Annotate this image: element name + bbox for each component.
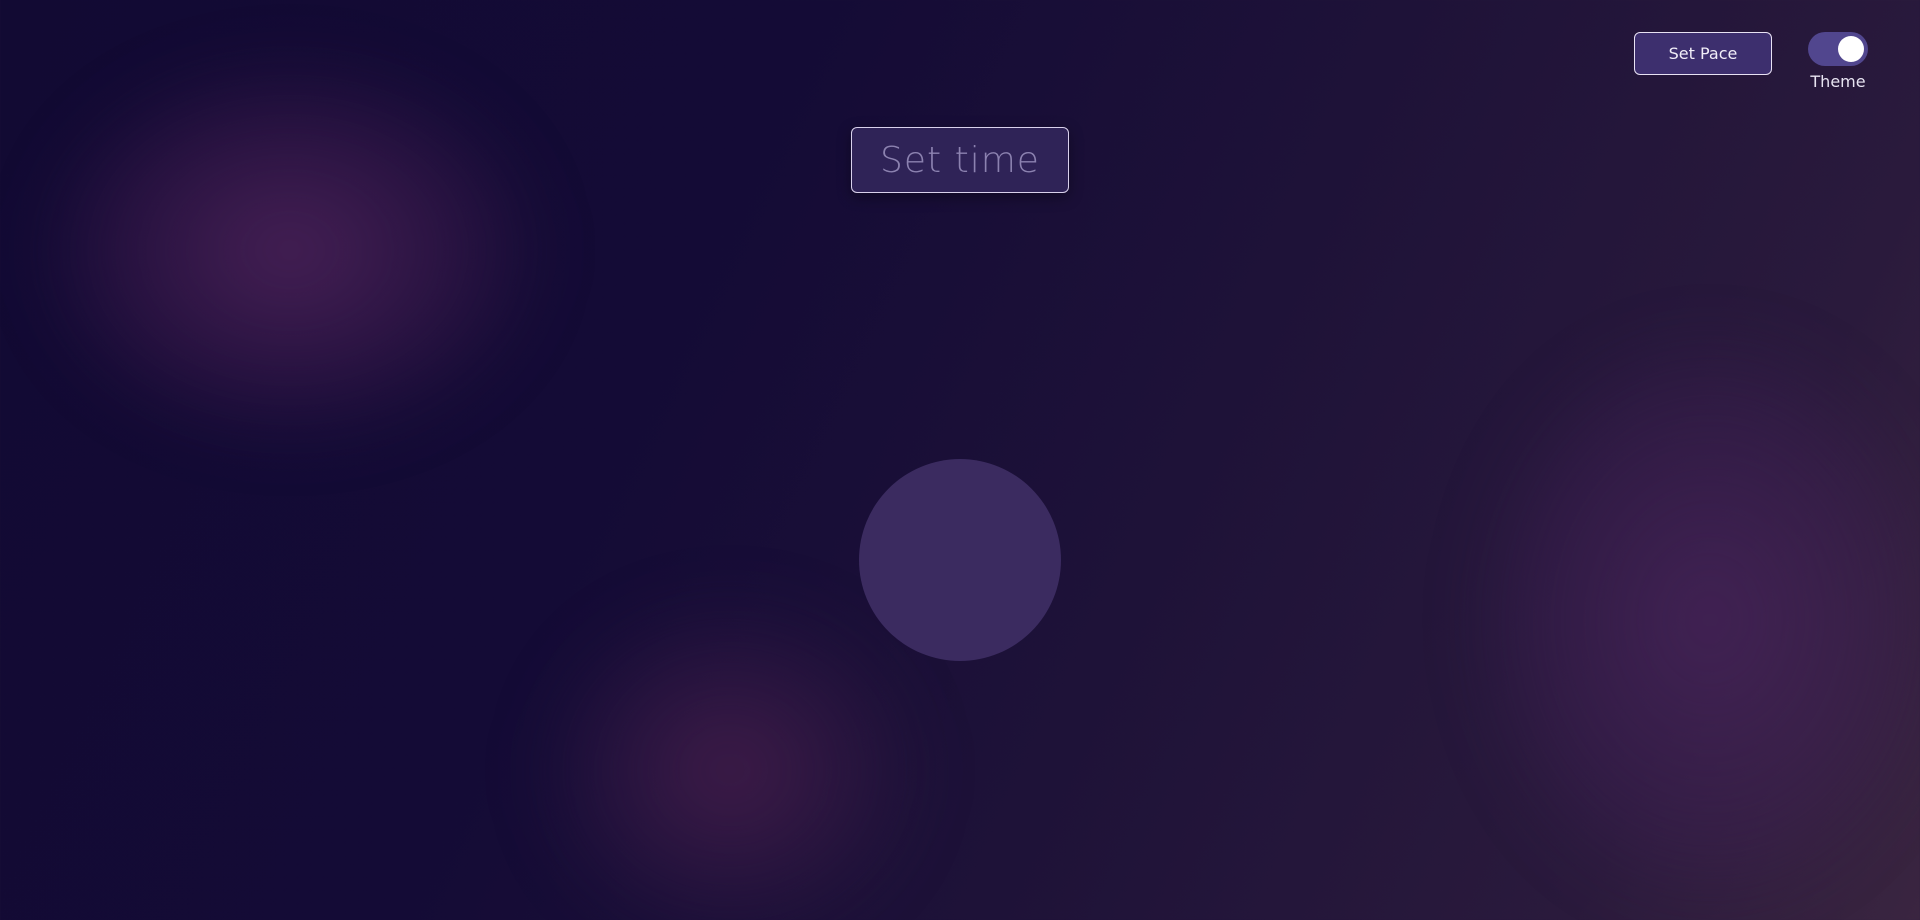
theme-toggle[interactable] [1808, 32, 1868, 66]
toggle-knob [1838, 36, 1864, 62]
background-glow-bottom-center [540, 600, 920, 920]
background-glow-top-left [40, 60, 540, 440]
set-pace-button[interactable]: Set Pace [1634, 32, 1772, 75]
set-time-field[interactable]: Set time [851, 127, 1069, 193]
set-time-placeholder: Set time [880, 139, 1040, 181]
background-glow-right [1480, 340, 1920, 900]
pace-circle[interactable] [859, 459, 1061, 661]
theme-label: Theme [1810, 72, 1866, 91]
